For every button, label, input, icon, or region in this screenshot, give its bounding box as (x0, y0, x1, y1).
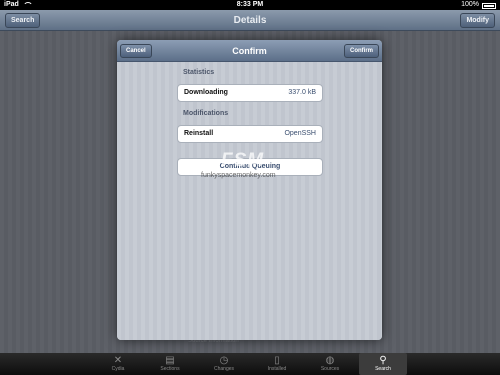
continue-queuing-button[interactable]: Continue Queuing (177, 158, 323, 176)
downloading-row: Downloading 337.0 kB (177, 84, 323, 102)
tab-sources[interactable]: ◍ Sources (306, 353, 354, 375)
navigation-bar: Search Details Modify (0, 10, 500, 31)
modify-button[interactable]: Modify (460, 13, 495, 28)
battery-percent: 100% (461, 1, 479, 8)
dialog-body: Statistics Downloading 337.0 kB Modifica… (117, 62, 382, 340)
reinstall-value: OpenSSH (284, 130, 316, 137)
status-right: 100% (461, 0, 496, 10)
sections-icon: ▤ (165, 355, 175, 366)
confirm-dialog: Cancel Confirm Confirm Statistics Downlo… (117, 40, 382, 340)
tab-sections[interactable]: ▤ Sections (146, 353, 194, 375)
tab-label: Cydia (111, 366, 125, 372)
clock-icon: ◷ (219, 355, 229, 366)
dialog-title-bar: Cancel Confirm Confirm (117, 40, 382, 62)
modifications-heading: Modifications (183, 110, 229, 117)
reinstall-label: Reinstall (184, 130, 214, 137)
reinstall-row: Reinstall OpenSSH (177, 125, 323, 143)
downloading-label: Downloading (184, 89, 228, 96)
dialog-title: Confirm (232, 46, 267, 56)
globe-icon: ◍ (325, 355, 335, 366)
page-title: Details (233, 15, 267, 26)
cydia-icon: ✕ (113, 355, 123, 366)
tab-label: Installed (267, 366, 287, 372)
tab-cydia[interactable]: ✕ Cydia (94, 353, 142, 375)
tab-bar: ✕ Cydia ▤ Sections ◷ Changes ▯ Installed… (0, 353, 500, 375)
downloading-value: 337.0 kB (288, 89, 316, 96)
status-time: 8:33 PM (236, 1, 264, 8)
status-bar: iPad 8:33 PM 100% (0, 0, 500, 10)
tab-changes[interactable]: ◷ Changes (200, 353, 248, 375)
tab-search[interactable]: ⚲ Search (359, 353, 407, 375)
battery-icon (482, 3, 496, 9)
tab-label: Sources (320, 366, 340, 372)
tab-label: Changes (213, 366, 234, 372)
statistics-heading: Statistics (183, 69, 215, 76)
search-icon: ⚲ (379, 355, 387, 366)
book-icon: ▯ (274, 355, 280, 366)
tab-label: Search (375, 366, 391, 372)
confirm-button[interactable]: Confirm (344, 44, 379, 58)
tab-installed[interactable]: ▯ Installed (253, 353, 301, 375)
tab-label: Sections (160, 366, 180, 372)
